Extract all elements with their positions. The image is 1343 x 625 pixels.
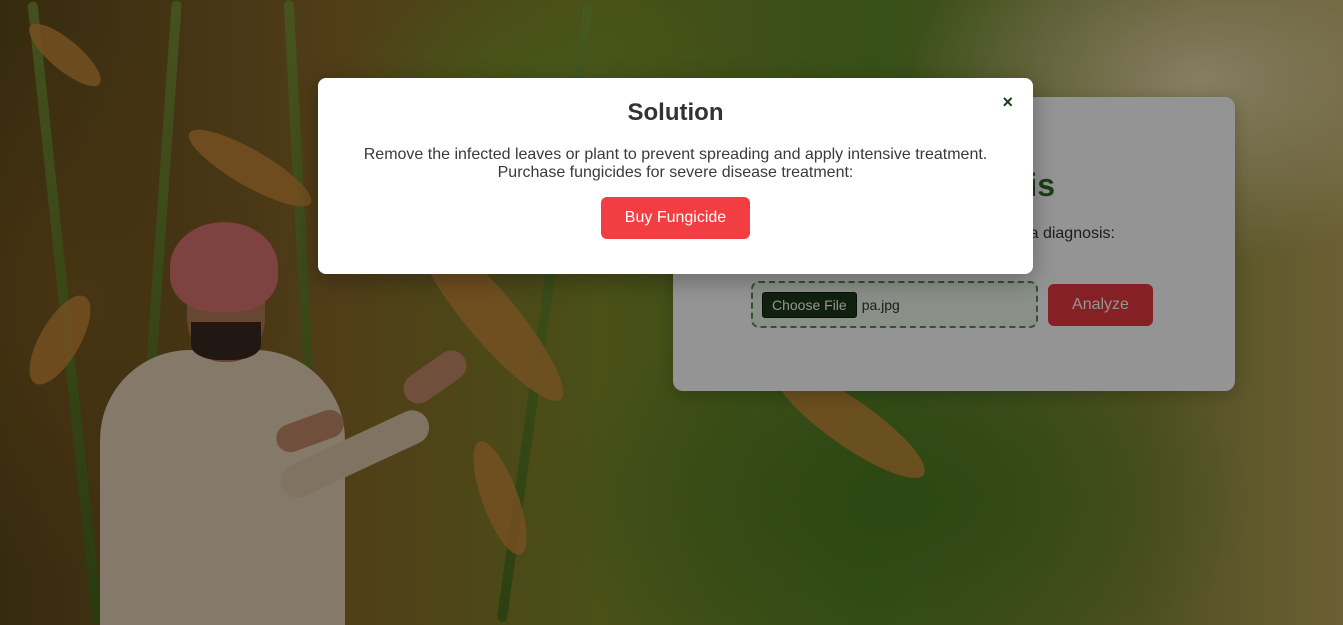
modal-message-line: Purchase fungicides for severe disease t…: [497, 164, 854, 181]
modal-title: Solution: [627, 99, 724, 126]
modal-message-line: Remove the infected leaves or plant to p…: [363, 146, 988, 163]
buy-fungicide-button[interactable]: Buy Fungicide: [601, 197, 750, 239]
modal-message: Remove the infected leaves or plant to p…: [318, 146, 1033, 182]
solution-modal: × Solution Remove the infected leaves or…: [318, 78, 1033, 274]
